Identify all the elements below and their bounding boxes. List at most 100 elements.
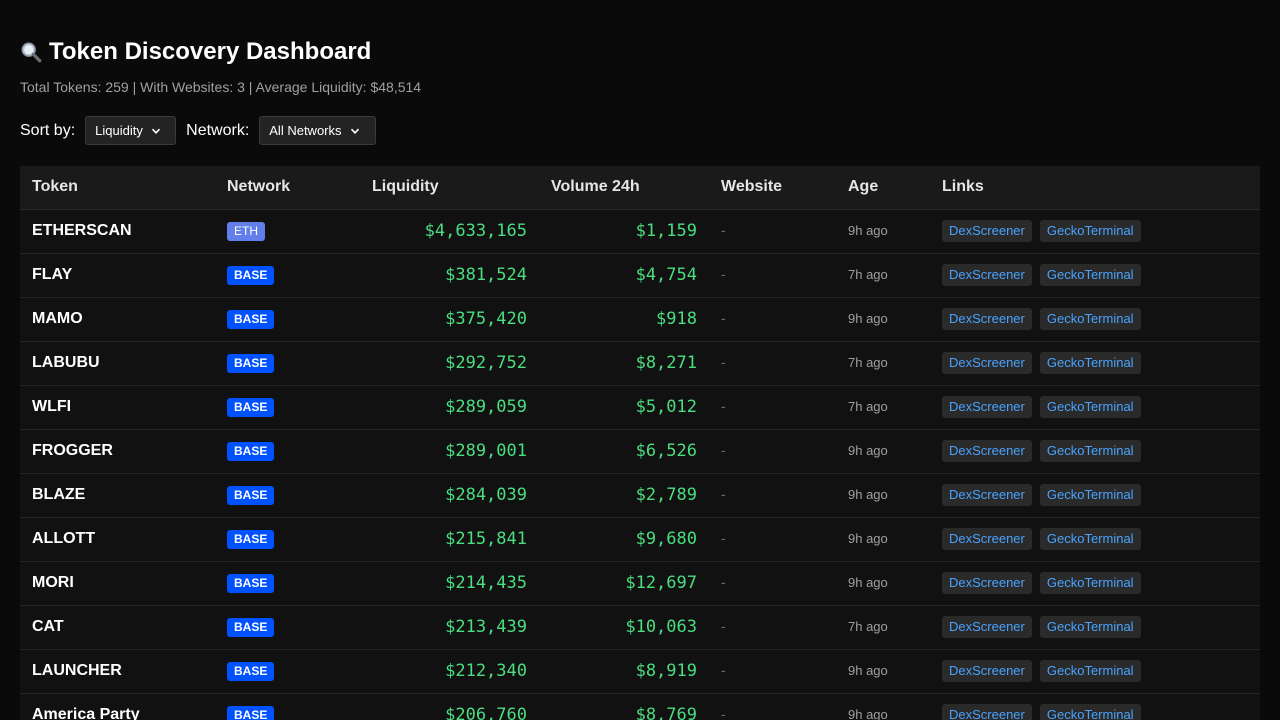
network-badge: BASE	[227, 265, 275, 285]
volume-value: $8,769	[635, 705, 697, 720]
column-header-website[interactable]: Website	[709, 166, 836, 210]
token-cell: WLFI	[20, 385, 215, 430]
dexscreener-link[interactable]: DexScreener	[942, 484, 1032, 506]
token-name: ALLOTT	[32, 530, 96, 547]
liquidity-cell: $284,039	[360, 473, 539, 518]
age-value: 9h ago	[848, 223, 888, 238]
geckoterminal-link[interactable]: GeckoTerminal	[1039, 484, 1141, 506]
table-row[interactable]: FLAY BASE $381,524 $4,754 - 7h ago DexScreener…	[20, 253, 1260, 298]
table-header-row: Token Network Liquidity Volume 24h Websi…	[20, 166, 1260, 210]
network-select-value: All Networks	[269, 123, 342, 138]
dashboard-page: Token Discovery Dashboard Total Tokens: …	[0, 0, 1280, 720]
table-row[interactable]: ETHERSCAN ETH $4,633,165 $1,159 - 9h ago DexSc…	[20, 209, 1260, 254]
liquidity-cell: $212,340	[360, 649, 539, 694]
volume-cell: $918	[539, 297, 709, 342]
website-value: -	[721, 662, 726, 678]
geckoterminal-link[interactable]: GeckoTerminal	[1039, 440, 1141, 462]
links-cell: DexScreener GeckoTerminal	[930, 297, 1260, 342]
table-row[interactable]: FROGGER BASE $289,001 $6,526 - 9h ago DexScree…	[20, 429, 1260, 474]
dexscreener-link[interactable]: DexScreener	[942, 396, 1032, 418]
dexscreener-link[interactable]: DexScreener	[942, 704, 1032, 720]
network-select[interactable]: All Networks	[259, 116, 377, 145]
dexscreener-link[interactable]: DexScreener	[942, 352, 1032, 374]
dexscreener-link[interactable]: DexScreener	[942, 440, 1032, 462]
liquidity-value: $215,841	[445, 529, 527, 549]
geckoterminal-link[interactable]: GeckoTerminal	[1039, 396, 1141, 418]
liquidity-cell: $289,059	[360, 385, 539, 430]
column-header-token[interactable]: Token	[20, 166, 215, 210]
network-badge: ETH	[227, 221, 265, 241]
table-row[interactable]: LABUBU BASE $292,752 $8,271 - 7h ago DexScreen…	[20, 341, 1260, 386]
token-table-container: Token Network Liquidity Volume 24h Websi…	[20, 166, 1260, 720]
network-cell: BASE	[215, 649, 360, 694]
dexscreener-link[interactable]: DexScreener	[942, 616, 1032, 638]
links-cell: DexScreener GeckoTerminal	[930, 605, 1260, 650]
dexscreener-link[interactable]: DexScreener	[942, 264, 1032, 286]
geckoterminal-link[interactable]: GeckoTerminal	[1039, 308, 1141, 330]
network-cell: BASE	[215, 341, 360, 386]
geckoterminal-link[interactable]: GeckoTerminal	[1039, 616, 1141, 638]
sort-select[interactable]: Liquidity	[85, 116, 177, 145]
age-cell: 7h ago	[836, 385, 930, 430]
geckoterminal-link[interactable]: GeckoTerminal	[1039, 352, 1141, 374]
table-row[interactable]: WLFI BASE $289,059 $5,012 - 7h ago DexScreener…	[20, 385, 1260, 430]
filter-controls: Sort by: Liquidity Network: All Networks	[20, 115, 386, 146]
volume-cell: $12,697	[539, 561, 709, 606]
network-label: Network:	[186, 121, 250, 139]
links-cell: DexScreener GeckoTerminal	[930, 473, 1260, 518]
table-row[interactable]: LAUNCHER BASE $212,340 $8,919 - 9h ago DexScre…	[20, 649, 1260, 694]
geckoterminal-link[interactable]: GeckoTerminal	[1039, 660, 1141, 682]
liquidity-cell: $4,633,165	[360, 209, 539, 254]
column-header-liquidity[interactable]: Liquidity	[360, 166, 539, 210]
dexscreener-link[interactable]: DexScreener	[942, 660, 1032, 682]
dexscreener-link[interactable]: DexScreener	[942, 572, 1032, 594]
network-cell: BASE	[215, 517, 360, 562]
network-cell: BASE	[215, 561, 360, 606]
table-row[interactable]: CAT BASE $213,439 $10,063 - 7h ago DexScreener…	[20, 605, 1260, 650]
website-cell: -	[709, 561, 836, 606]
network-cell: BASE	[215, 429, 360, 474]
volume-value: $10,063	[625, 617, 697, 637]
liquidity-value: $214,435	[445, 573, 527, 593]
dexscreener-link[interactable]: DexScreener	[942, 528, 1032, 550]
dexscreener-link[interactable]: DexScreener	[942, 220, 1032, 242]
age-value: 9h ago	[848, 575, 888, 590]
links-cell: DexScreener GeckoTerminal	[930, 649, 1260, 694]
table-row[interactable]: ALLOTT BASE $215,841 $9,680 - 9h ago DexScreen…	[20, 517, 1260, 562]
volume-value: $8,271	[635, 353, 697, 373]
column-header-age[interactable]: Age	[836, 166, 930, 210]
volume-cell: $9,680	[539, 517, 709, 562]
age-cell: 7h ago	[836, 605, 930, 650]
website-value: -	[721, 266, 726, 282]
website-cell: -	[709, 297, 836, 342]
chevron-down-icon	[350, 128, 359, 134]
network-badge: BASE	[227, 705, 275, 720]
network-cell: BASE	[215, 693, 360, 720]
token-name: LAUNCHER	[32, 662, 122, 679]
sort-select-value: Liquidity	[95, 123, 143, 138]
column-header-network[interactable]: Network	[215, 166, 360, 210]
links-cell: DexScreener GeckoTerminal	[930, 429, 1260, 474]
table-row[interactable]: BLAZE BASE $284,039 $2,789 - 9h ago DexScreene…	[20, 473, 1260, 518]
column-header-volume[interactable]: Volume 24h	[539, 166, 709, 210]
website-value: -	[721, 354, 726, 370]
geckoterminal-link[interactable]: GeckoTerminal	[1039, 528, 1141, 550]
age-cell: 9h ago	[836, 297, 930, 342]
geckoterminal-link[interactable]: GeckoTerminal	[1039, 572, 1141, 594]
website-value: -	[721, 310, 726, 326]
table-row[interactable]: America Party BASE $206,760 $8,769 - 9h ago De…	[20, 693, 1260, 720]
website-cell: -	[709, 253, 836, 298]
volume-cell: $10,063	[539, 605, 709, 650]
network-badge: BASE	[227, 353, 275, 373]
dexscreener-link[interactable]: DexScreener	[942, 308, 1032, 330]
table-row[interactable]: MAMO BASE $375,420 $918 - 9h ago DexScreener Ge…	[20, 297, 1260, 342]
token-name: FROGGER	[32, 442, 113, 459]
age-cell: 9h ago	[836, 517, 930, 562]
geckoterminal-link[interactable]: GeckoTerminal	[1039, 264, 1141, 286]
geckoterminal-link[interactable]: GeckoTerminal	[1039, 220, 1141, 242]
table-row[interactable]: MORI BASE $214,435 $12,697 - 9h ago DexScreene…	[20, 561, 1260, 606]
age-value: 7h ago	[848, 619, 888, 634]
geckoterminal-link[interactable]: GeckoTerminal	[1039, 704, 1141, 720]
website-cell: -	[709, 649, 836, 694]
website-cell: -	[709, 473, 836, 518]
